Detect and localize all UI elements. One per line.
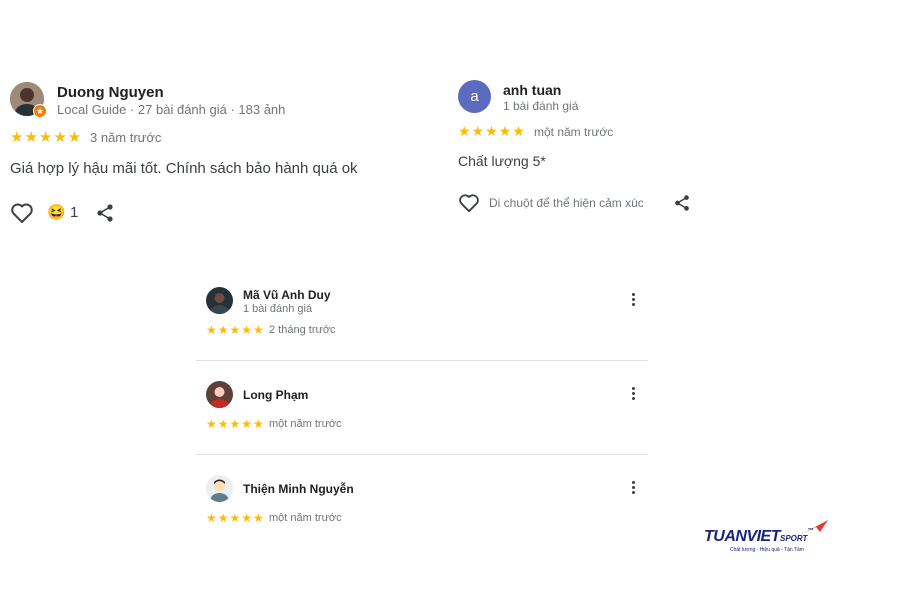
star-rating: ★★★★★	[206, 417, 265, 431]
reviewer-name[interactable]: Thiện Minh Nguyễn	[243, 482, 354, 496]
list-item: Mã Vũ Anh Duy 1 bài đánh giá ★★★★★ 2 thá…	[196, 270, 648, 360]
review-time: một năm trước	[269, 512, 342, 524]
review-time: 2 tháng trước	[269, 324, 336, 336]
review-time: một năm trước	[534, 125, 614, 139]
review-card-anh-tuan: a anh tuan 1 bài đánh giá ★★★★★ một năm …	[458, 80, 718, 220]
review-text: Chất lượng 5*	[458, 153, 546, 169]
more-options-button[interactable]	[625, 479, 641, 499]
reviewer-meta: 1 bài đánh giá	[243, 303, 313, 315]
brand-main: TUANVIET	[704, 528, 781, 545]
reaction-emoji-icon: 😆	[47, 204, 66, 221]
share-button[interactable]	[95, 203, 115, 223]
review-list: Mã Vũ Anh Duy 1 bài đánh giá ★★★★★ 2 thá…	[196, 270, 648, 540]
reviewer-name[interactable]: Duong Nguyen	[57, 84, 164, 101]
heart-icon	[459, 194, 479, 213]
heart-icon	[11, 203, 33, 223]
brand-name: TUANVIETSPORT™	[704, 528, 813, 546]
avatar[interactable]	[206, 287, 233, 314]
divider	[196, 360, 648, 361]
review-text: Giá hợp lý hậu mãi tốt. Chính sách bảo h…	[10, 160, 358, 177]
reaction-hint: Di chuột để thể hiện cảm xúc	[489, 196, 643, 210]
review-time: 3 năm trước	[90, 130, 162, 145]
brand-sub: SPORT	[780, 534, 808, 543]
star-rating: ★★★★★	[206, 323, 265, 337]
like-button[interactable]	[458, 193, 480, 213]
list-item: Thiện Minh Nguyễn ★★★★★ một năm trước	[196, 458, 648, 538]
star-rating: ★★★★★	[206, 511, 265, 525]
reaction-count: 1	[70, 204, 79, 221]
more-options-button[interactable]	[625, 291, 641, 311]
reviewer-name[interactable]: Mã Vũ Anh Duy	[243, 288, 331, 302]
more-options-button[interactable]	[625, 385, 641, 405]
share-icon	[675, 195, 689, 211]
local-guide-badge-icon: ★	[33, 104, 47, 118]
review-time: một năm trước	[269, 418, 342, 430]
reviewer-name[interactable]: Long Phạm	[243, 388, 308, 402]
star-rating: ★★★★★	[458, 123, 526, 139]
reviewer-meta: Local Guide · 27 bài đánh giá · 183 ảnh	[57, 102, 286, 117]
list-item: Long Phạm ★★★★★ một năm trước	[196, 364, 648, 454]
reviewer-name[interactable]: anh tuan	[503, 82, 561, 98]
brand-logo: TUANVIETSPORT™ Chất lượng - Hiệu quả - T…	[700, 518, 840, 558]
like-button[interactable]	[10, 202, 34, 224]
share-button[interactable]	[673, 194, 691, 212]
avatar[interactable]: a	[458, 80, 491, 113]
share-icon	[97, 204, 113, 222]
avatar-letter: a	[470, 88, 479, 105]
divider	[196, 454, 648, 455]
brand-tm: ™	[807, 528, 814, 534]
star-rating: ★★★★★	[10, 129, 83, 146]
review-card-duong-nguyen: ★ Duong Nguyen Local Guide · 27 bài đánh…	[10, 82, 430, 232]
brand-tagline: Chất lượng - Hiệu quả - Tận Tâm	[730, 547, 804, 553]
reviewer-meta: 1 bài đánh giá	[503, 99, 579, 113]
avatar[interactable]	[206, 475, 233, 502]
avatar[interactable]	[206, 381, 233, 408]
